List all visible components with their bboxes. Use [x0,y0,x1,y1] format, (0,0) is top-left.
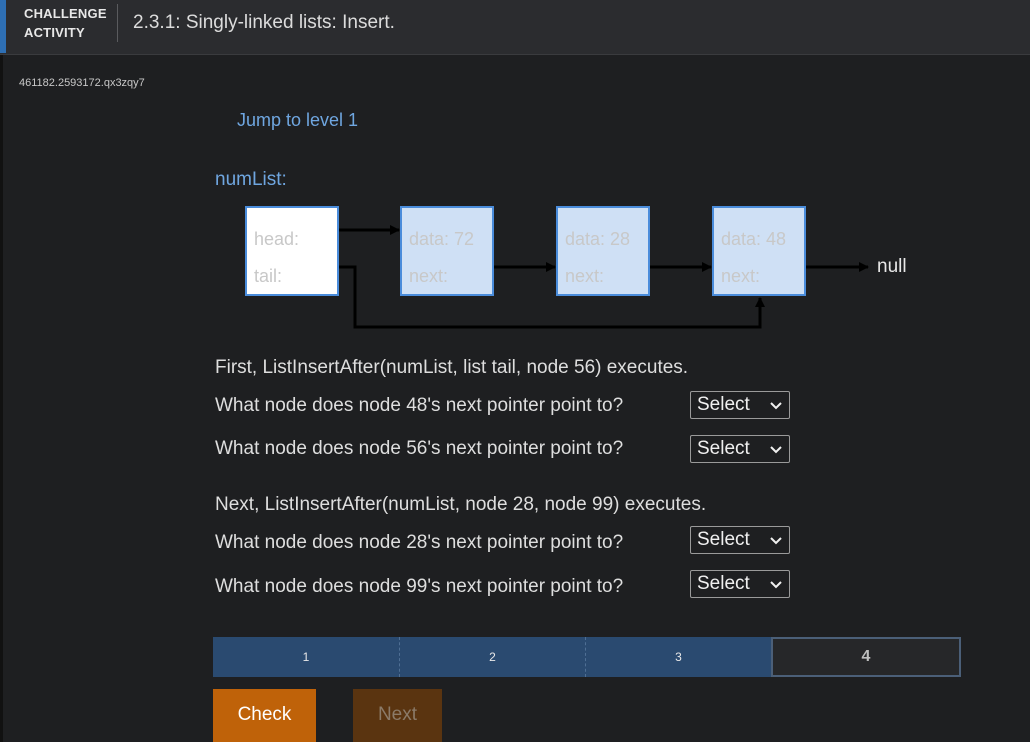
step2-intro: Next, ListInsertAfter(numList, node 28, … [215,494,707,515]
chevron-down-icon [770,537,782,545]
left-edge-bar [0,55,3,742]
header-divider [117,4,118,42]
level-progress-bar: 1 2 3 4 [213,637,961,678]
chevron-down-icon [770,402,782,410]
header-accent-bar [0,0,6,53]
node-data-label: data: 72 [409,229,475,249]
question-text: What node does node 99's next pointer po… [215,576,624,597]
answer-select-value: Select [697,438,750,459]
answer-select-value: Select [697,529,750,550]
list-name-label: numList: [215,169,287,190]
node-next-label: next: [721,266,761,286]
answer-select[interactable]: Select [690,526,790,554]
level-segment-2[interactable]: 2 [400,637,586,677]
question-text: What node does node 28's next pointer po… [215,532,624,553]
level-segment-3[interactable]: 3 [586,637,772,677]
chevron-down-icon [770,446,782,454]
question-text: What node does node 48's next pointer po… [215,395,624,416]
head-label: head: [254,229,300,249]
check-button[interactable]: Check [213,689,316,742]
linked-list-diagram: head: tail: data: 72 next: data: 28 next… [210,198,930,338]
node-data-label: data: 48 [721,229,787,249]
next-button[interactable]: Next [353,689,442,742]
answer-select[interactable]: Select [690,435,790,463]
list-node: data: 48 next: [712,206,806,296]
jump-to-level-link[interactable]: Jump to level 1 [237,110,358,131]
chevron-down-icon [770,581,782,589]
activity-kind-label: CHALLENGE ACTIVITY [24,4,114,42]
null-label: null [877,256,907,277]
answer-select-value: Select [697,573,750,594]
node-data-label: data: 28 [565,229,631,249]
node-next-label: next: [409,266,449,286]
activity-kind-line1: CHALLENGE [24,6,107,21]
tail-pointer-arrow [292,265,765,329]
activity-id: 461182.2593172.qx3zqy7 [19,77,145,89]
level-segment-1[interactable]: 1 [213,637,400,677]
list-node: data: 72 next: [400,206,494,296]
answer-select-value: Select [697,394,750,415]
answer-select[interactable]: Select [690,570,790,598]
list-node: data: 28 next: [556,206,650,296]
answer-select[interactable]: Select [690,391,790,419]
node-next-label: next: [565,266,605,286]
level-segment-4-current[interactable]: 4 [771,637,961,677]
list-object: head: tail: [245,206,339,296]
tail-label: tail: [254,266,283,286]
activity-kind-line2: ACTIVITY [24,25,85,40]
step1-intro: First, ListInsertAfter(numList, list tai… [215,357,689,378]
question-text: What node does node 56's next pointer po… [215,438,624,459]
activity-header: CHALLENGE ACTIVITY 2.3.1: Singly-linked … [0,0,1030,55]
activity-title: 2.3.1: Singly-linked lists: Insert. [133,12,395,33]
